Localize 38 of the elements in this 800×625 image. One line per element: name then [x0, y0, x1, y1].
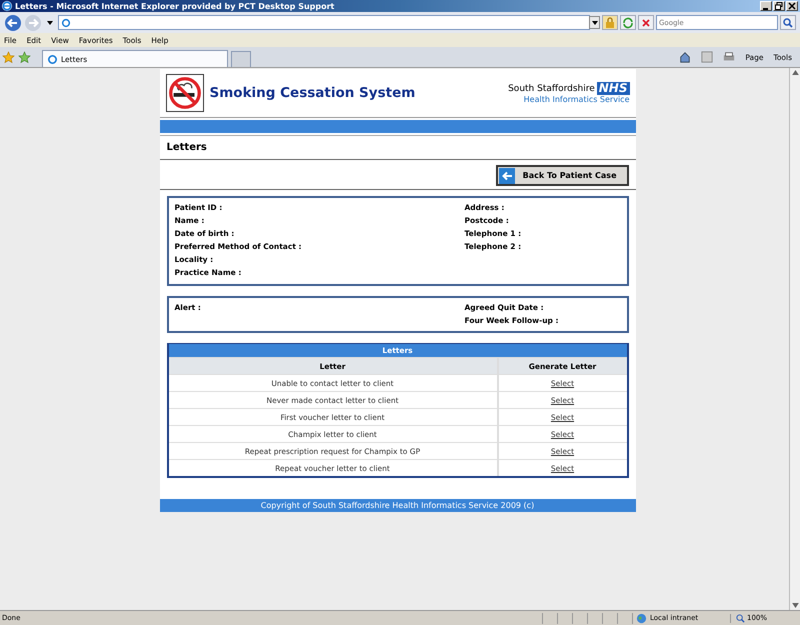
search-button[interactable] [780, 15, 796, 30]
app-title: Smoking Cessation System [210, 85, 416, 101]
close-button[interactable] [786, 1, 798, 11]
close-icon [788, 2, 796, 10]
address-dropdown[interactable] [589, 16, 600, 29]
organisation-service: Health Informatics Service [524, 95, 630, 104]
add-favorite-icon[interactable] [18, 50, 31, 64]
stop-button[interactable] [638, 15, 654, 30]
page-icon [61, 18, 71, 28]
magnifier-icon [736, 614, 745, 622]
back-button[interactable]: Back To Patient Case [496, 165, 628, 186]
page-heading: Letters [160, 135, 636, 160]
organisation-name: South Staffordshire [508, 84, 595, 94]
minimize-button[interactable] [760, 1, 772, 11]
lock-icon [604, 16, 616, 28]
globe-icon [636, 612, 647, 624]
restore-button[interactable] [773, 1, 785, 11]
footer: Copyright of South Staffordshire Health Informatics Service 2009 (c) [160, 499, 636, 512]
refresh-icon [622, 16, 634, 28]
scroll-up-icon[interactable] [792, 70, 798, 75]
no-smoking-icon [166, 74, 204, 112]
scroll-down-icon[interactable] [792, 603, 798, 608]
nhs-logo: NHS [596, 82, 630, 95]
stop-icon [640, 16, 652, 28]
printer-icon[interactable] [723, 51, 736, 63]
star-icon[interactable] [2, 50, 15, 64]
window-title: Letters - Microsoft Internet Explorer provided by PCT Desktop Support [15, 2, 336, 10]
refresh-button[interactable] [620, 15, 636, 30]
caret-icon [592, 20, 598, 24]
home-icon[interactable] [679, 51, 692, 63]
browser-icon [2, 1, 12, 11]
caret-icon[interactable] [47, 20, 53, 24]
restore-icon [775, 2, 783, 10]
back-icon[interactable] [4, 14, 22, 32]
address-field[interactable] [58, 15, 590, 30]
page-icon [47, 54, 58, 64]
search-icon [782, 16, 794, 28]
scrollbar[interactable] [789, 68, 800, 610]
